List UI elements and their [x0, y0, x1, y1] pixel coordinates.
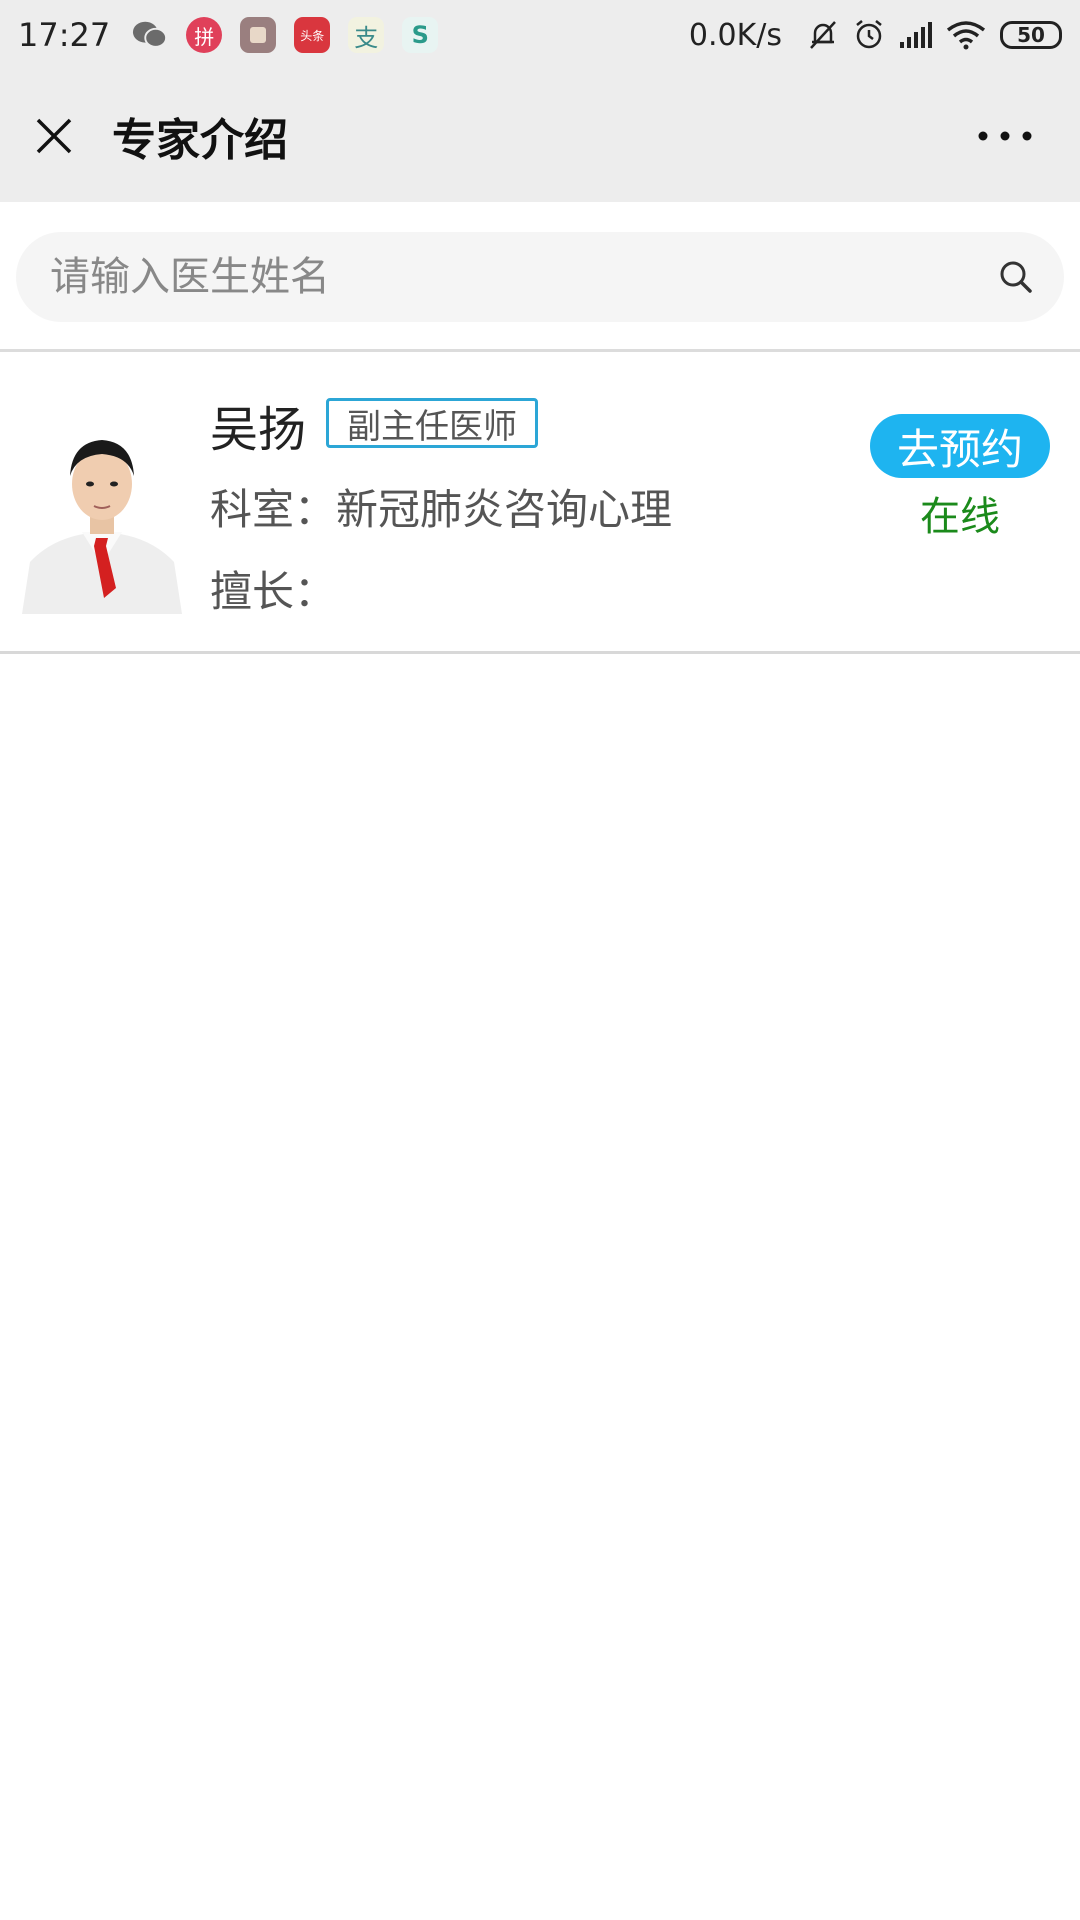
search-section [0, 202, 1080, 352]
alipay-icon: 支 [348, 17, 385, 53]
wechat-icon [132, 17, 168, 53]
search-box[interactable] [16, 232, 1064, 322]
doctor-name: 吴扬 [210, 402, 307, 458]
app-s-icon: S [402, 17, 439, 53]
wifi-icon [946, 20, 986, 50]
doctor-department: 科室：新冠肺炎咨询心理 [210, 485, 673, 534]
search-icon[interactable] [998, 259, 1034, 295]
mute-bell-icon [806, 18, 840, 52]
nav-bar: 专家介绍 [0, 70, 1080, 202]
book-appointment-button[interactable]: 去预约 [870, 414, 1050, 478]
toutiao-icon: 头条 [294, 17, 331, 53]
page-title: 专家介绍 [112, 115, 288, 166]
status-time: 17:27 [18, 16, 111, 54]
gallery-app-icon [240, 17, 277, 53]
doctor-title-badge: 副主任医师 [326, 398, 538, 448]
search-input[interactable] [48, 236, 998, 318]
net-speed: 0.0K/s [688, 17, 782, 53]
status-right-group: 0.0K/s 50 [689, 18, 1062, 53]
battery-indicator: 50 [1000, 21, 1062, 49]
close-button[interactable] [24, 106, 84, 166]
doctor-list-item[interactable]: 吴扬 副主任医师 科室：新冠肺炎咨询心理 擅长： 去预约 在线 [0, 352, 1080, 654]
doctor-avatar [16, 414, 188, 614]
pinduoduo-icon: 拼 [186, 17, 223, 53]
alarm-icon [852, 18, 886, 52]
close-icon [36, 118, 72, 154]
more-dots-icon [978, 131, 1032, 141]
signal-icon [898, 20, 934, 50]
online-status: 在线 [920, 494, 1000, 540]
status-bar: 17:27 拼 头条 支 S 0.0K/s 50 [0, 0, 1080, 70]
more-options-button[interactable] [970, 106, 1040, 166]
doctor-specialty: 擅长： [210, 567, 337, 616]
